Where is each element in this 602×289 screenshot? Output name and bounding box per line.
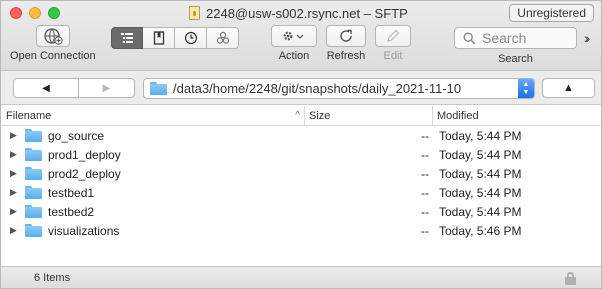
outline-list-icon	[121, 33, 133, 43]
path-dropdown[interactable]: /data3/home/2248/git/snapshots/daily_202…	[143, 78, 535, 99]
edit-label: Edit	[383, 50, 403, 62]
file-list: ▶ go_source -- Today, 5:44 PM ▶ prod1_depl…	[1, 126, 601, 240]
back-button[interactable]: ◀	[13, 78, 79, 98]
table-header: Filename ^ Size Modified	[1, 105, 601, 126]
bonjour-network-icon	[216, 31, 229, 44]
disclosure-triangle-icon[interactable]: ▶	[10, 187, 19, 198]
item-count: 6 Items	[34, 272, 71, 284]
column-header-filename[interactable]: Filename ^	[1, 105, 305, 126]
file-name: visualizations	[48, 223, 120, 238]
file-modified: Today, 5:44 PM	[439, 204, 522, 219]
table-row[interactable]: ▶ prod2_deploy -- Today, 5:44 PM	[1, 164, 601, 183]
open-connection-button[interactable]	[35, 25, 70, 47]
file-size: --	[421, 166, 429, 181]
file-size: --	[421, 147, 429, 162]
document-proxy-icon[interactable]	[189, 6, 200, 20]
search-icon	[463, 31, 476, 44]
view-mode-segmented-control[interactable]	[111, 27, 239, 49]
forward-button[interactable]: ▶	[78, 78, 135, 98]
file-name: testbed1	[48, 185, 95, 200]
folder-icon	[25, 186, 42, 199]
file-modified: Today, 5:44 PM	[439, 147, 522, 162]
folder-icon	[150, 82, 167, 95]
close-window-button[interactable]	[10, 7, 22, 19]
disclosure-triangle-icon[interactable]: ▶	[10, 168, 19, 179]
table-row[interactable]: ▶ prod1_deploy -- Today, 5:44 PM	[1, 145, 601, 164]
open-connection-label: Open Connection	[10, 50, 96, 62]
table-row[interactable]: ▶ go_source -- Today, 5:44 PM	[1, 126, 601, 145]
search-field[interactable]: Search	[454, 27, 577, 49]
disclosure-triangle-icon[interactable]: ▶	[10, 225, 19, 236]
file-name: go_source	[48, 128, 105, 143]
column-header-size[interactable]: Size	[305, 105, 433, 126]
action-label: Action	[278, 50, 310, 62]
clock-icon	[184, 31, 197, 45]
file-size: --	[421, 185, 429, 200]
table-row[interactable]: ▶ testbed1 -- Today, 5:44 PM	[1, 183, 601, 202]
minimize-window-button[interactable]	[29, 7, 41, 19]
action-tool[interactable]: Action	[271, 25, 317, 62]
history-view-tab[interactable]	[175, 27, 207, 49]
window-title: 2248@usw-s002.rsync.net – SFTP	[189, 5, 408, 21]
search-placeholder: Search	[482, 30, 527, 46]
disclosure-triangle-icon[interactable]: ▶	[10, 149, 19, 160]
path-bar: ◀ ▶ /data3/home/2248/git/snapshots/daily…	[1, 71, 601, 105]
parent-directory-button[interactable]: ▲	[542, 78, 595, 98]
folder-icon	[25, 167, 42, 180]
current-path-text: /data3/home/2248/git/snapshots/daily_202…	[173, 81, 462, 96]
column-filename-label: Filename	[6, 109, 52, 122]
zoom-window-button[interactable]	[48, 7, 60, 19]
action-menu-button[interactable]	[271, 25, 317, 47]
refresh-label: Refresh	[326, 50, 366, 62]
browser-view-tab[interactable]	[111, 27, 143, 49]
folder-icon	[25, 129, 42, 142]
gear-dropdown-icon	[283, 31, 304, 41]
refresh-icon	[340, 29, 352, 42]
bonjour-view-tab[interactable]	[207, 27, 239, 49]
folder-icon	[25, 224, 42, 237]
unregistered-button[interactable]: Unregistered	[509, 4, 594, 22]
title-toolbar: 2248@usw-s002.rsync.net – SFTP Unregiste…	[1, 1, 601, 71]
disclosure-triangle-icon[interactable]: ▶	[10, 130, 19, 141]
folder-icon	[25, 148, 42, 161]
file-modified: Today, 5:46 PM	[439, 223, 522, 238]
refresh-button[interactable]	[326, 25, 366, 47]
window-title-text: 2248@usw-s002.rsync.net – SFTP	[206, 5, 408, 21]
file-size: --	[421, 128, 429, 143]
table-row[interactable]: ▶ visualizations -- Today, 5:46 PM	[1, 221, 601, 240]
edit-tool[interactable]: Edit	[375, 25, 411, 62]
globe-plus-icon	[44, 28, 63, 45]
column-header-modified[interactable]: Modified	[433, 106, 601, 126]
path-dropdown-stepper-icon[interactable]: ▲ ▼	[518, 79, 534, 98]
bookmarks-view-tab[interactable]	[143, 27, 175, 49]
file-name: testbed2	[48, 204, 95, 219]
table-row[interactable]: ▶ testbed2 -- Today, 5:44 PM	[1, 202, 601, 221]
file-modified: Today, 5:44 PM	[439, 166, 522, 181]
file-name: prod1_deploy	[48, 147, 121, 162]
status-bar: 6 Items	[1, 266, 601, 288]
refresh-tool[interactable]: Refresh	[326, 25, 366, 62]
file-modified: Today, 5:44 PM	[439, 128, 522, 143]
pencil-icon	[387, 29, 400, 42]
sort-ascending-icon: ^	[295, 109, 300, 121]
file-size: --	[421, 223, 429, 238]
toolbar-overflow-chevron[interactable]: ››	[584, 30, 591, 46]
lock-icon[interactable]	[565, 272, 576, 285]
search-label: Search	[498, 53, 533, 65]
file-size: --	[421, 204, 429, 219]
file-table: Filename ^ Size Modified ▶ go_source -- T…	[1, 105, 601, 240]
file-modified: Today, 5:44 PM	[439, 185, 522, 200]
folder-icon	[25, 205, 42, 218]
sftp-browser-window: 2248@usw-s002.rsync.net – SFTP Unregiste…	[0, 0, 602, 289]
bookmark-book-icon	[153, 31, 164, 45]
file-name: prod2_deploy	[48, 166, 121, 181]
edit-button[interactable]	[375, 25, 411, 47]
disclosure-triangle-icon[interactable]: ▶	[10, 206, 19, 217]
open-connection-tool[interactable]: Open Connection	[10, 25, 96, 62]
